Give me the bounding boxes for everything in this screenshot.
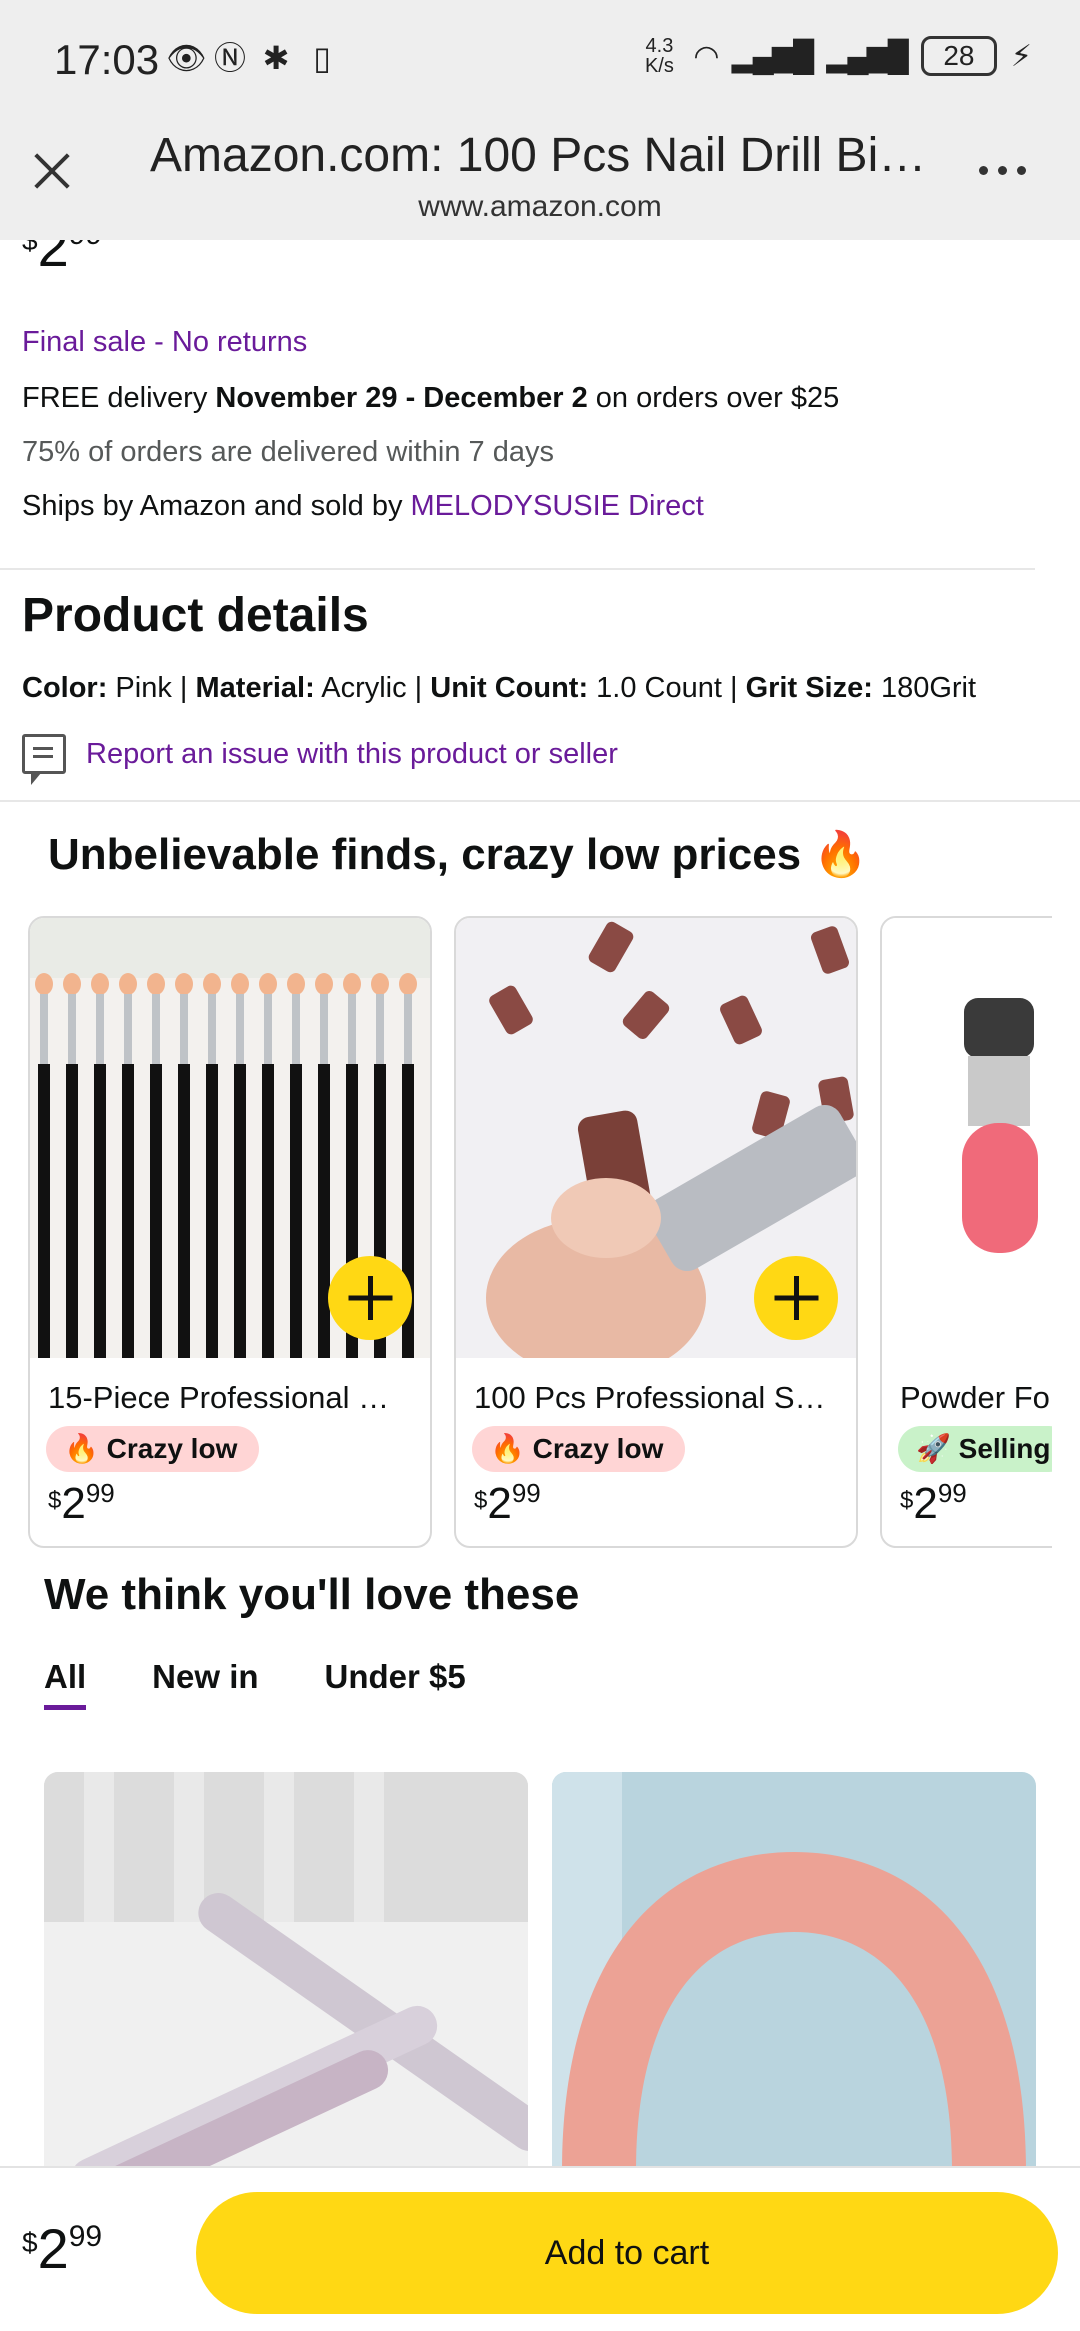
deal-card[interactable]: 15-Piece Professional … 🔥 Crazy low $299 bbox=[28, 916, 432, 1548]
tab-all[interactable]: All bbox=[44, 1658, 87, 1710]
deal-card[interactable]: 100 Pcs Professional S… 🔥 Crazy low $299 bbox=[454, 916, 858, 1548]
seller-link[interactable]: MELODYSUSIE Direct bbox=[411, 490, 704, 522]
brush-tip bbox=[147, 973, 165, 995]
recommendation-tile-headband[interactable] bbox=[552, 1772, 1036, 2172]
bluetooth-icon: ✱ bbox=[262, 40, 290, 76]
brush-ferrule bbox=[180, 994, 188, 1064]
feedback-icon bbox=[22, 734, 66, 785]
delivery-stat: 75% of orders are delivered within 7 day… bbox=[22, 436, 554, 468]
charging-icon: ⚡ bbox=[1010, 39, 1032, 73]
brush-ferrule bbox=[376, 994, 384, 1064]
brush-ferrule bbox=[40, 994, 48, 1064]
tab-under-5[interactable]: Under $5 bbox=[325, 1658, 466, 1710]
deal-card-price: $299 bbox=[900, 1478, 967, 1528]
brush-handle bbox=[206, 1064, 218, 1358]
brush-handle bbox=[66, 1064, 78, 1358]
brush-ferrule bbox=[96, 994, 104, 1064]
recommendations-heading: We think you'll love these bbox=[44, 1570, 580, 1619]
brush-tip bbox=[175, 973, 193, 995]
brush-ferrule bbox=[404, 994, 412, 1064]
deal-card[interactable]: Powder Fo 🚀 Selling $299 bbox=[880, 916, 1052, 1548]
brush-tip bbox=[259, 973, 277, 995]
ships-info: Ships by Amazon and sold by MELODYSUSIE … bbox=[22, 490, 704, 522]
brush-ferrule bbox=[152, 994, 160, 1064]
final-sale-notice: Final sale - No returns bbox=[22, 326, 308, 358]
browser-header: 17:03 👁 Ⓝ ✱ ▯ 4.3 K/s ◠ ▂▄▆█ ▂▄▆█ 28 ⚡ A… bbox=[0, 0, 1080, 240]
delivery-info: FREE delivery November 29 - December 2 o… bbox=[22, 382, 840, 414]
brush-tip bbox=[231, 973, 249, 995]
network-speed: 4.3 K/s bbox=[644, 35, 674, 77]
brush-tip bbox=[91, 973, 109, 995]
brush-tip bbox=[203, 973, 221, 995]
brush-handle bbox=[290, 1064, 302, 1358]
page-title: Amazon.com: 100 Pcs Nail Drill Bit… bbox=[150, 129, 930, 182]
brush-tip bbox=[63, 973, 81, 995]
signal-icon: ▂▄▆█ bbox=[731, 39, 815, 73]
bottom-price: $299 bbox=[22, 2217, 103, 2280]
signal-icon-2: ▂▄▆█ bbox=[826, 39, 909, 73]
brush-ferrule bbox=[208, 994, 216, 1064]
wifi-icon: ◠ bbox=[693, 39, 719, 73]
divider bbox=[0, 568, 1035, 570]
brush-ferrule bbox=[320, 994, 328, 1064]
add-to-cart-plus-icon[interactable] bbox=[328, 1256, 412, 1340]
recommendation-tabs: All New in Under $5 bbox=[44, 1658, 466, 1710]
product-specs: Color: Pink | Material: Acrylic | Unit C… bbox=[22, 672, 977, 704]
deal-card-name: 100 Pcs Professional S… bbox=[474, 1380, 826, 1415]
deal-card-name: 15-Piece Professional … bbox=[48, 1380, 390, 1415]
brush-handle bbox=[262, 1064, 274, 1358]
section-divider bbox=[0, 800, 1080, 802]
brush-tip bbox=[287, 973, 305, 995]
page-url: www.amazon.com bbox=[418, 190, 662, 223]
brush-tip bbox=[35, 973, 53, 995]
battery-icon: 28 bbox=[920, 36, 997, 76]
crazy-low-badge: 🔥 Crazy low bbox=[472, 1426, 686, 1472]
brush-ferrule bbox=[292, 994, 300, 1064]
eye-icon: 👁 bbox=[166, 40, 207, 76]
product-image-powder-brush[interactable] bbox=[882, 918, 1052, 1358]
report-issue-link[interactable]: Report an issue with this product or sel… bbox=[22, 734, 618, 785]
deal-card-price: $299 bbox=[474, 1478, 541, 1528]
status-icons: 👁 Ⓝ ✱ ▯ bbox=[166, 40, 340, 76]
status-right-icons: 4.3 K/s ◠ ▂▄▆█ ▂▄▆█ 28 ⚡ bbox=[639, 36, 1032, 76]
brush-handle bbox=[94, 1064, 106, 1358]
brush-handle bbox=[150, 1064, 162, 1358]
brush-tip bbox=[371, 973, 389, 995]
brush-ferrule bbox=[124, 994, 132, 1064]
add-to-cart-button[interactable]: Add to cart bbox=[196, 2192, 1058, 2314]
brush-handle bbox=[318, 1064, 330, 1358]
brush-ferrule bbox=[68, 994, 76, 1064]
brush-ferrule bbox=[348, 994, 356, 1064]
brush-handle bbox=[122, 1064, 134, 1358]
tab-new-in[interactable]: New in bbox=[152, 1658, 258, 1710]
vibrate-icon: ▯ bbox=[313, 40, 331, 76]
add-to-cart-plus-icon[interactable] bbox=[754, 1256, 838, 1340]
deal-card-price: $299 bbox=[48, 1478, 115, 1528]
brush-ferrule bbox=[264, 994, 272, 1064]
close-icon[interactable] bbox=[30, 148, 74, 192]
deal-card-name: Powder Fo bbox=[900, 1380, 1050, 1415]
brush-tip bbox=[119, 973, 137, 995]
brush-ferrule bbox=[236, 994, 244, 1064]
deals-carousel[interactable]: 15-Piece Professional … 🔥 Crazy low $299 bbox=[28, 916, 1052, 1550]
brush-handle bbox=[234, 1064, 246, 1358]
deals-heading: Unbelievable finds, crazy low prices 🔥 bbox=[48, 830, 869, 879]
best-seller-badge: 🚀 Selling bbox=[898, 1426, 1052, 1472]
status-time: 17:03 bbox=[54, 36, 160, 83]
bottom-bar: $299 Add to cart bbox=[0, 2166, 1080, 2331]
status-bar: 17:03 👁 Ⓝ ✱ ▯ 4.3 K/s ◠ ▂▄▆█ ▂▄▆█ 28 ⚡ bbox=[0, 0, 1080, 125]
brush-tip bbox=[315, 973, 333, 995]
product-details-heading: Product details bbox=[22, 589, 369, 642]
brush-tip bbox=[343, 973, 361, 995]
nfc-icon: Ⓝ bbox=[213, 40, 246, 76]
brush-tip bbox=[399, 973, 417, 995]
more-options-icon[interactable] bbox=[979, 166, 1026, 175]
crazy-low-badge: 🔥 Crazy low bbox=[46, 1426, 260, 1472]
brush-handle bbox=[38, 1064, 50, 1358]
brush-handle bbox=[178, 1064, 190, 1358]
recommendation-tile-nail-files[interactable] bbox=[44, 1772, 528, 2172]
